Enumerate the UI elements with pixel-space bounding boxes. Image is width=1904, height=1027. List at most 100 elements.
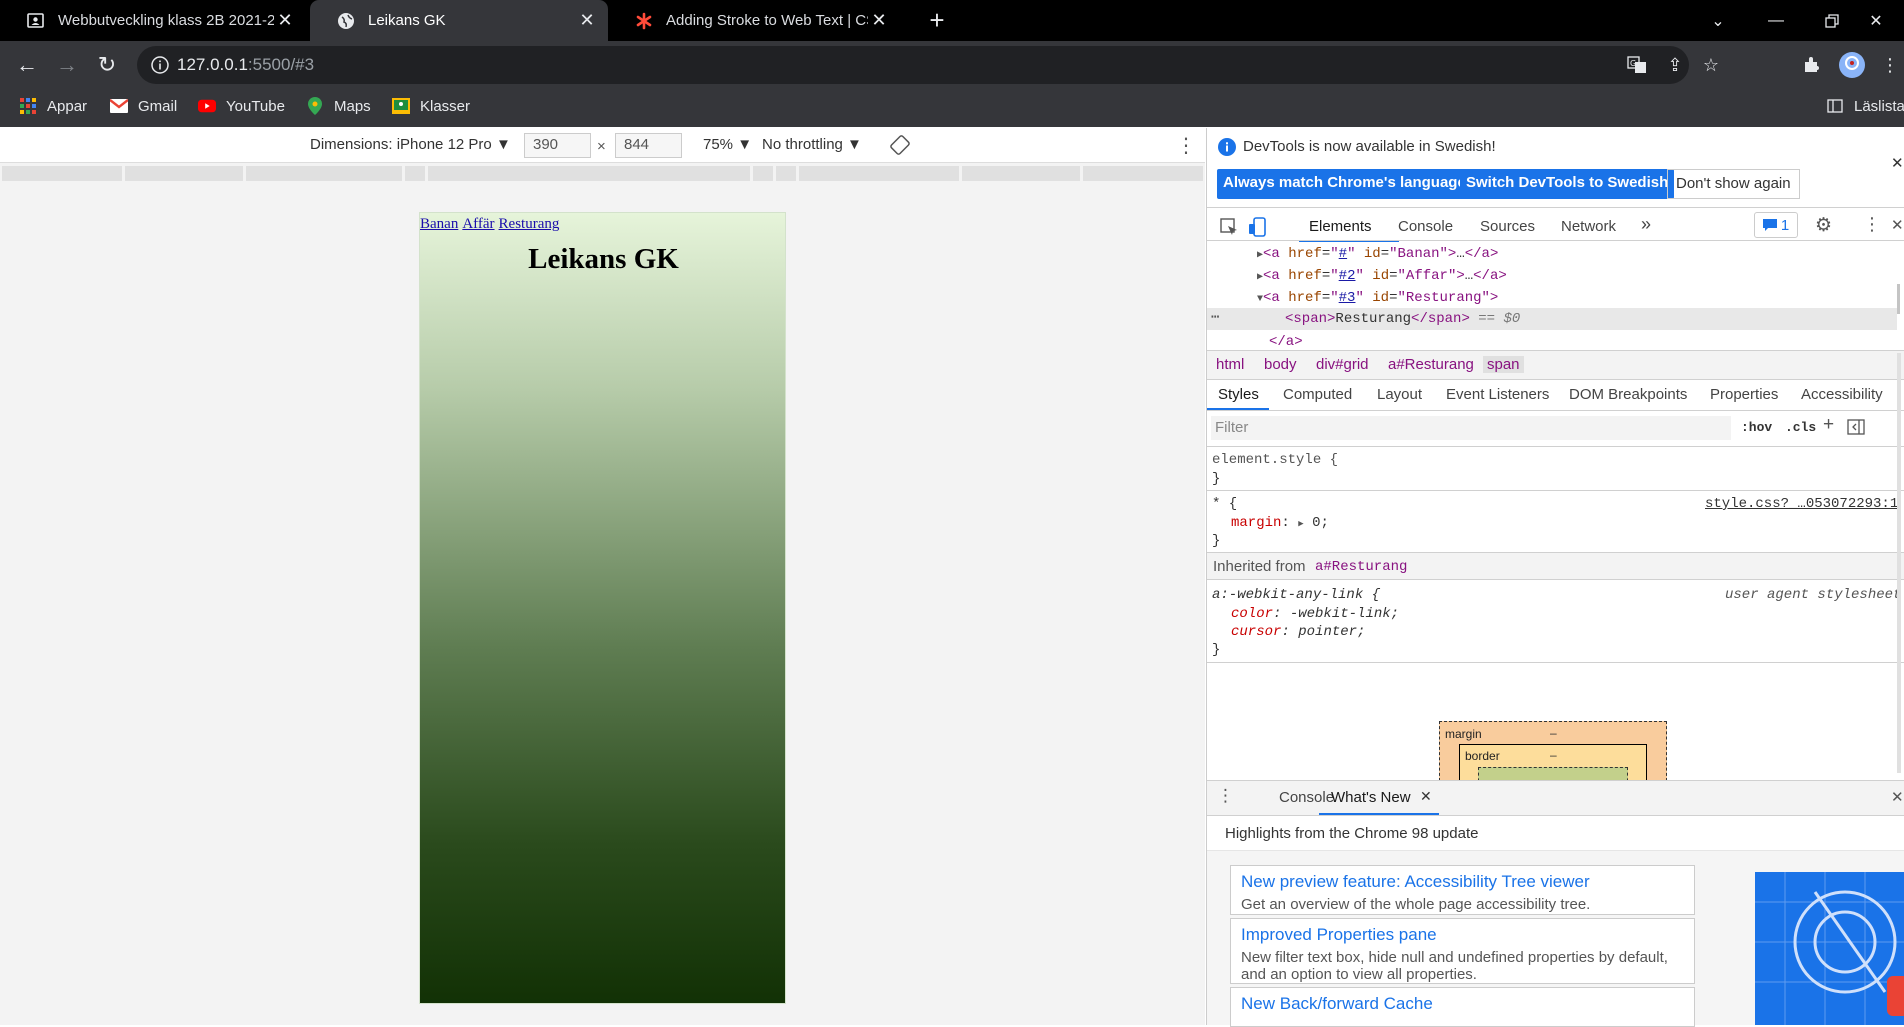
bookmark-appar[interactable]: Appar — [19, 97, 87, 115]
rotate-icon[interactable] — [890, 135, 910, 155]
switch-language-button[interactable]: Switch DevTools to Swedish — [1460, 169, 1675, 199]
close-devtools-icon[interactable]: ✕ — [1891, 216, 1904, 234]
tab-dom-breakpoints[interactable]: DOM Breakpoints — [1569, 386, 1687, 403]
styles-filter-input[interactable]: Filter — [1211, 416, 1731, 440]
device-toggle-icon[interactable] — [1248, 216, 1268, 238]
media-query-segment[interactable] — [1083, 166, 1203, 181]
selected-dom-node[interactable]: ⋯ <span>Resturang</span> == $0 — [1207, 308, 1897, 330]
settings-gear-icon[interactable]: ⚙ — [1815, 214, 1832, 237]
tab-network[interactable]: Network — [1561, 218, 1616, 235]
site-info-icon[interactable] — [150, 55, 170, 75]
inspect-element-icon[interactable] — [1219, 217, 1239, 237]
feature-title[interactable]: New preview feature: Accessibility Tree … — [1241, 872, 1684, 892]
browser-menu-icon[interactable]: ⋮ — [1878, 53, 1902, 77]
inherited-from-link[interactable]: a#Resturang — [1315, 559, 1407, 575]
height-input[interactable]: 844 — [615, 133, 682, 158]
dom-node-banan[interactable]: ▶<a href="#" id="Banan">…</a> — [1257, 246, 1498, 262]
rule-star-declaration[interactable]: margin: ▶ 0; — [1231, 515, 1329, 531]
nav-link-affar[interactable]: Affär — [462, 216, 494, 232]
media-query-segment[interactable] — [246, 166, 402, 181]
share-icon[interactable]: ⇪ — [1663, 53, 1687, 77]
devtools-menu-icon[interactable]: ⋮ — [1863, 214, 1881, 235]
tab-search-icon[interactable]: ⌄ — [1690, 0, 1746, 41]
cls-toggle[interactable]: .cls — [1785, 420, 1816, 435]
infobar-close-icon[interactable]: ✕ — [1891, 154, 1904, 172]
reading-list[interactable]: Läslista — [1826, 97, 1904, 115]
feature-card[interactable]: Improved Properties pane New filter text… — [1230, 918, 1695, 984]
media-query-segment[interactable] — [125, 166, 243, 181]
media-query-segment[interactable] — [428, 166, 750, 181]
translate-icon[interactable]: G — [1625, 53, 1649, 77]
media-query-segment[interactable] — [405, 166, 425, 181]
more-options-icon[interactable]: ⋮ — [1176, 133, 1196, 158]
close-icon[interactable]: ✕ — [274, 10, 296, 31]
media-query-segment[interactable] — [753, 166, 773, 181]
tab-elements[interactable]: Elements — [1309, 218, 1372, 235]
nav-link-banan[interactable]: Banan — [420, 216, 458, 232]
rule-source-link[interactable]: style.css?_…053072293:1 — [1705, 496, 1898, 512]
drawer-tab-console[interactable]: Console — [1279, 789, 1334, 806]
bookmark-klasser[interactable]: Klasser — [392, 97, 470, 115]
box-model-border-value[interactable]: – — [1550, 748, 1557, 762]
dont-show-again-button[interactable]: Don't show again — [1667, 169, 1800, 199]
expand-triangle-icon[interactable]: ▶ — [1298, 519, 1303, 529]
breadcrumb-a-resturang[interactable]: a#Resturang — [1388, 356, 1474, 373]
tab-css-tricks[interactable]: Adding Stroke to Web Text | CSS-Tricks ✕ — [608, 0, 900, 41]
forward-icon[interactable]: → — [52, 50, 82, 80]
dom-scrollbar[interactable] — [1897, 284, 1900, 314]
tab-classroom[interactable]: Webbutveckling klass 2B 2021-2022 ✕ — [0, 0, 306, 41]
close-window-button[interactable]: ✕ — [1848, 0, 1904, 41]
dom-node-resturang[interactable]: ▼<a href="#3" id="Resturang"> — [1257, 290, 1498, 306]
dom-href[interactable]: #2 — [1339, 268, 1356, 284]
drawer-menu-icon[interactable]: ⋮ — [1217, 786, 1234, 806]
tab-styles[interactable]: Styles — [1218, 386, 1259, 403]
bookmark-gmail[interactable]: Gmail — [110, 97, 177, 115]
ellipsis-icon[interactable]: ⋯ — [1211, 309, 1219, 326]
close-tab-icon[interactable]: ✕ — [1420, 788, 1432, 805]
tab-event-listeners[interactable]: Event Listeners — [1446, 386, 1549, 403]
reload-icon[interactable]: ↻ — [92, 50, 122, 80]
dom-href[interactable]: #3 — [1339, 290, 1356, 306]
new-style-rule-icon[interactable]: + — [1823, 414, 1834, 436]
breadcrumb-div-grid[interactable]: div#grid — [1316, 356, 1369, 373]
avatar[interactable] — [1838, 51, 1866, 79]
close-icon[interactable]: ✕ — [576, 10, 598, 31]
breadcrumb-body[interactable]: body — [1264, 356, 1297, 373]
feature-card[interactable]: New Back/forward Cache — [1230, 987, 1695, 1027]
back-icon[interactable]: ← — [12, 50, 42, 80]
throttling-select[interactable]: No throttling ▼ — [762, 136, 862, 153]
more-tabs-icon[interactable]: » — [1641, 214, 1651, 235]
box-model-margin[interactable]: margin – border – — [1439, 721, 1667, 781]
minimize-button[interactable]: — — [1748, 0, 1804, 41]
dom-node-affar[interactable]: ▶<a href="#2" id="Affar">…</a> — [1257, 268, 1507, 284]
media-query-segment[interactable] — [2, 166, 122, 181]
feature-card[interactable]: New preview feature: Accessibility Tree … — [1230, 865, 1695, 915]
css-property-value[interactable]: 0; — [1312, 515, 1329, 531]
new-tab-button[interactable]: + — [923, 6, 951, 34]
media-query-segment[interactable] — [799, 166, 959, 181]
feature-title[interactable]: Improved Properties pane — [1241, 925, 1684, 945]
dom-href[interactable]: # — [1339, 246, 1347, 262]
tab-layout[interactable]: Layout — [1377, 386, 1422, 403]
tab-computed[interactable]: Computed — [1283, 386, 1352, 403]
bookmark-star-icon[interactable]: ☆ — [1699, 53, 1723, 77]
bookmark-maps[interactable]: Maps — [306, 97, 371, 115]
address-bar[interactable]: 127.0.0.1:5500/#3 G ⇪ ☆ — [137, 46, 1719, 84]
feature-title[interactable]: New Back/forward Cache — [1241, 994, 1684, 1014]
rule-ua-selector[interactable]: a:-webkit-any-link { — [1212, 587, 1380, 603]
box-model-padding[interactable] — [1478, 767, 1628, 780]
media-query-segment[interactable] — [776, 166, 796, 181]
close-icon[interactable]: ✕ — [868, 10, 890, 31]
bookmark-youtube[interactable]: YouTube — [198, 97, 285, 115]
hov-toggle[interactable]: :hov — [1741, 420, 1772, 435]
issues-badge[interactable]: 1 — [1754, 212, 1798, 238]
rule-element-style[interactable]: element.style { — [1212, 452, 1338, 468]
tab-leikans[interactable]: Leikans GK ✕ — [310, 0, 608, 41]
tab-accessibility[interactable]: Accessibility — [1801, 386, 1883, 403]
toggle-sidebar-icon[interactable] — [1847, 419, 1865, 435]
breadcrumb-span[interactable]: span — [1483, 356, 1524, 373]
rule-star-selector[interactable]: * { — [1212, 496, 1237, 512]
extensions-icon[interactable] — [1800, 53, 1824, 77]
zoom-select[interactable]: 75% ▼ — [703, 136, 752, 153]
tab-properties[interactable]: Properties — [1710, 386, 1778, 403]
